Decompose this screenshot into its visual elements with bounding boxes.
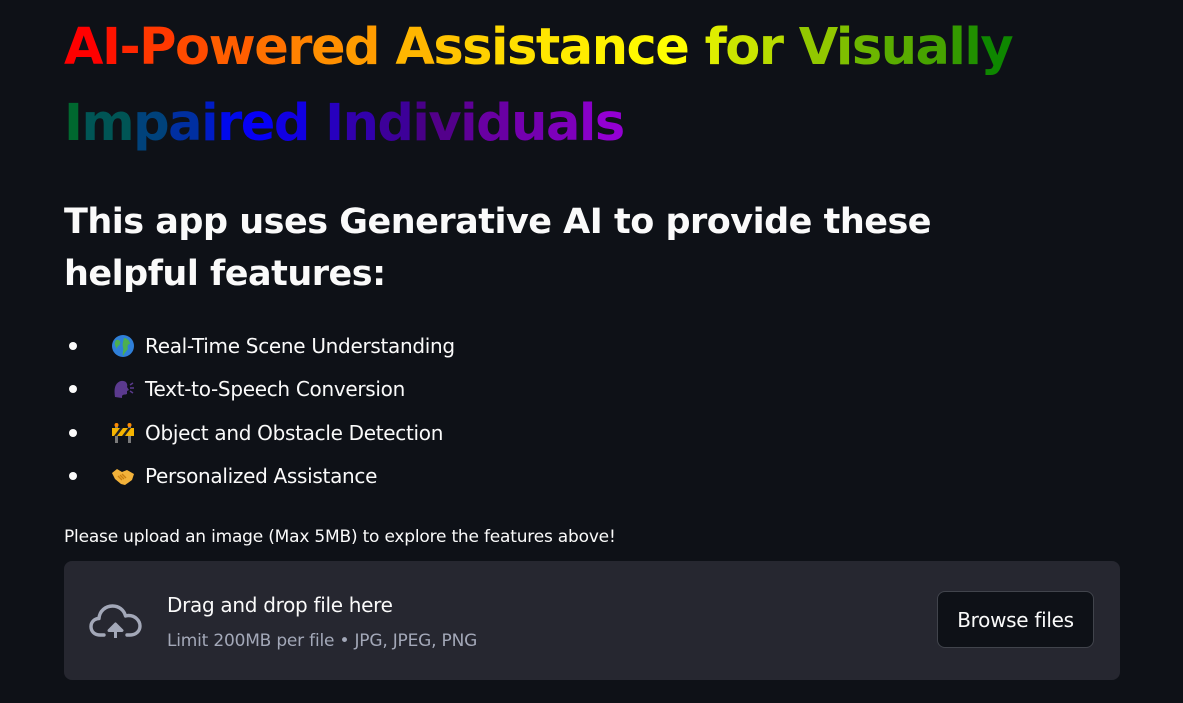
handshake-icon: [110, 463, 136, 489]
cloud-upload-icon: [88, 601, 144, 641]
page-title: AI-Powered Assistance for Visually Impai…: [64, 10, 1120, 162]
title-word: Assistance: [395, 18, 690, 77]
bullet: [69, 342, 77, 350]
feature-label: Personalized Assistance: [145, 463, 378, 488]
title-word: AI-Powered: [64, 18, 381, 77]
browse-files-button[interactable]: Browse files: [937, 591, 1094, 648]
dropzone-title: Drag and drop file here: [167, 593, 393, 617]
upload-label: Please upload an image (Max 5MB) to expl…: [64, 527, 616, 547]
feature-label: Object and Obstacle Detection: [145, 420, 444, 445]
feature-label: Text-to-Speech Conversion: [145, 377, 405, 402]
construction-barrier-icon: [110, 420, 136, 446]
title-word: Impaired: [64, 94, 310, 153]
title-word: for: [704, 18, 784, 77]
feature-label: Real-Time Scene Understanding: [145, 334, 455, 358]
bullet: [69, 385, 77, 394]
title-word: Visually: [798, 18, 1014, 77]
file-dropzone[interactable]: Drag and drop file here Limit 200MB per …: [64, 561, 1120, 680]
dropzone-limit: Limit 200MB per file • JPG, JPEG, PNG: [167, 631, 478, 651]
speaking-head-icon: [110, 376, 136, 402]
title-word: Individuals: [325, 94, 625, 153]
bullet: [69, 428, 77, 437]
globe-icon: [110, 333, 136, 359]
subtitle: This app uses Generative AI to provide t…: [64, 202, 932, 294]
bullet: [69, 471, 77, 480]
